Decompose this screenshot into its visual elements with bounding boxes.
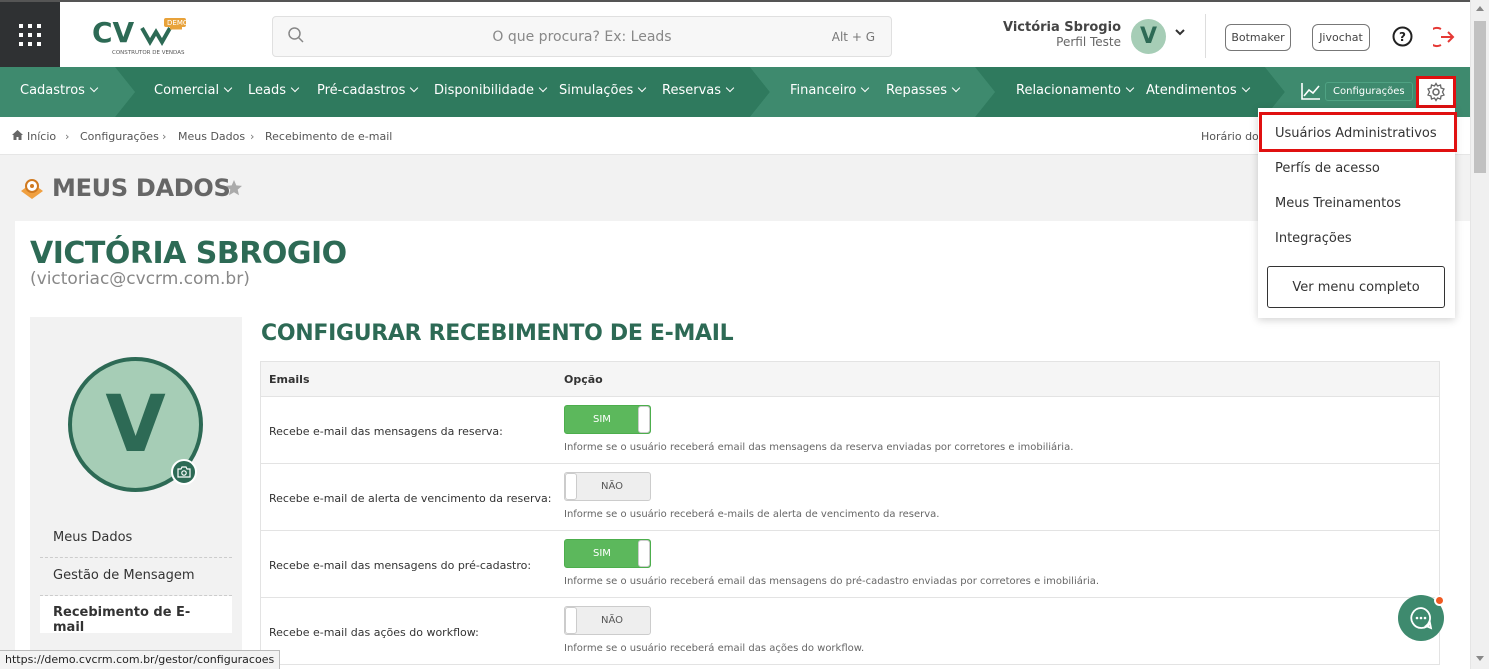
breadcrumb-separator: › (162, 130, 167, 143)
breadcrumb-configuracoes[interactable]: Configurações (80, 130, 159, 143)
search-bar[interactable]: O que procura? Ex: Leads Alt + G (272, 16, 892, 57)
svg-text:?: ? (1399, 30, 1406, 44)
nav-comercial[interactable]: Comercial (154, 83, 233, 98)
scroll-thumb[interactable] (1474, 21, 1486, 173)
col-emails: Emails (269, 373, 310, 386)
breadcrumb-current: Recebimento de e-mail (265, 130, 393, 143)
toggle-label: SIM (593, 548, 611, 559)
toggle-knob (638, 540, 650, 567)
nav-reservas[interactable]: Reservas (662, 83, 735, 98)
sidebar-item-meus-dados[interactable]: Meus Dados (40, 521, 232, 558)
apps-grid-button[interactable] (0, 2, 60, 67)
sidebar-item-gestao-mensagem[interactable]: Gestão de Mensagem (40, 559, 232, 596)
table-row: Recebe e-mail das mensagens da reserva: … (260, 397, 1440, 464)
toggle-switch[interactable]: SIM (564, 539, 651, 568)
page-title: MEUS DADOS (52, 174, 231, 202)
nav-financeiro[interactable]: Financeiro (790, 83, 870, 98)
breadcrumb-inicio[interactable]: Início (27, 130, 56, 143)
change-photo-button[interactable] (171, 459, 197, 485)
svg-text:CV: CV (92, 16, 135, 49)
table-row: Recebe e-mail das mensagens do pré-cadas… (260, 531, 1440, 598)
table-row: Recebe e-mail das ações do workflow: NÃO… (260, 598, 1440, 665)
menu-item-meus-treinamentos[interactable]: Meus Treinamentos (1275, 196, 1401, 211)
grid-icon (19, 23, 41, 46)
scroll-down-icon[interactable] (1476, 656, 1484, 661)
toggle-label: NÃO (601, 615, 624, 626)
toggle-label: SIM (593, 414, 611, 425)
row-hint: Informe se o usuário receberá email das … (564, 576, 1100, 587)
browser-status-url: https://demo.cvcrm.com.br/gestor/configu… (0, 650, 281, 669)
nav-disponibilidade[interactable]: Disponibilidade (434, 83, 548, 98)
user-full-name: VICTÓRIA SBROGIO (30, 236, 347, 271)
user-email: (victoriac@cvcrm.com.br) (30, 269, 250, 289)
user-info[interactable]: Victória Sbrogio Perfil Teste (1003, 20, 1121, 49)
main-nav: Cadastros Comercial Leads Pré-cadastros … (0, 67, 1470, 117)
top-header: CV DEMO CONSTRUTOR DE VENDAS O que procu… (0, 0, 1489, 67)
nav-relacionamento[interactable]: Relacionamento (1016, 83, 1135, 98)
notification-dot (1434, 595, 1445, 606)
header-divider (1205, 14, 1206, 58)
breadcrumb-separator: › (250, 130, 255, 143)
highlight-box (1259, 112, 1457, 152)
row-hint: Informe se o usuário receberá email das … (564, 643, 865, 654)
nav-simulacoes[interactable]: Simulações (559, 83, 647, 98)
user-role: Perfil Teste (1056, 35, 1121, 49)
page-scrollbar[interactable] (1470, 0, 1489, 669)
row-label: Recebe e-mail das ações do workflow: (269, 626, 479, 639)
toggle-knob (565, 473, 577, 500)
svg-text:DEMO: DEMO (167, 19, 188, 27)
toggle-switch[interactable]: SIM (564, 405, 651, 434)
menu-item-perfis-acesso[interactable]: Perfís de acesso (1275, 161, 1380, 176)
breadcrumb-meus-dados[interactable]: Meus Dados (178, 130, 245, 143)
nav-cadastros[interactable]: Cadastros (20, 83, 99, 98)
row-hint: Informe se o usuário receberá e-mails de… (564, 509, 940, 520)
configuracoes-badge[interactable]: Configurações (1325, 82, 1413, 101)
nav-repasses[interactable]: Repasses (886, 83, 961, 98)
toggle-knob (638, 406, 650, 433)
chart-icon[interactable] (1301, 82, 1321, 100)
cv-logo[interactable]: CV DEMO CONSTRUTOR DE VENDAS (92, 16, 189, 58)
chat-bubble-icon (1410, 607, 1433, 630)
gear-icon (1427, 82, 1445, 102)
profile-settings-icon (21, 179, 43, 199)
user-avatar[interactable]: V (1131, 19, 1166, 54)
nav-pre-cadastros[interactable]: Pré-cadastros (317, 83, 419, 98)
section-title: CONFIGURAR RECEBIMENTO DE E-MAIL (261, 321, 734, 346)
chevron-down-icon[interactable] (1174, 28, 1186, 38)
breadcrumb: Início › Configurações › Meus Dados › Re… (0, 117, 1470, 155)
full-menu-button[interactable]: Ver menu completo (1267, 266, 1445, 308)
nav-leads[interactable]: Leads (248, 83, 300, 98)
search-placeholder: O que procura? Ex: Leads (492, 29, 672, 45)
jivochat-button[interactable]: Jivochat (1312, 24, 1370, 51)
toggle-knob (565, 607, 577, 634)
scroll-up-icon[interactable] (1476, 6, 1484, 11)
nav-atendimentos[interactable]: Atendimentos (1146, 83, 1250, 98)
settings-gear-button[interactable] (1416, 76, 1456, 108)
svg-text:CONSTRUTOR DE VENDAS: CONSTRUTOR DE VENDAS (112, 50, 185, 56)
toggle-switch[interactable]: NÃO (564, 472, 651, 501)
help-icon[interactable]: ? (1392, 26, 1413, 47)
user-name: Victória Sbrogio (1002, 20, 1121, 35)
star-icon[interactable] (225, 179, 243, 197)
row-hint: Informe se o usuário receberá email das … (564, 442, 1074, 453)
sidebar-item-recebimento-email[interactable]: Recebimento de E-mail (40, 596, 232, 635)
hour-label: Horário do (1201, 130, 1259, 143)
row-label: Recebe e-mail das mensagens da reserva: (269, 425, 503, 438)
table-header: Emails Opção (260, 361, 1440, 397)
home-icon (12, 130, 23, 140)
row-label: Recebe e-mail das mensagens do pré-cadas… (269, 559, 532, 572)
toggle-label: NÃO (601, 481, 624, 492)
col-opcao: Opção (564, 373, 603, 386)
botmaker-button[interactable]: Botmaker (1225, 24, 1291, 51)
logout-icon[interactable] (1433, 26, 1455, 48)
toggle-switch[interactable]: NÃO (564, 606, 651, 635)
table-row: Recebe e-mail de alerta de vencimento da… (260, 464, 1440, 531)
search-shortcut: Alt + G (831, 30, 875, 44)
breadcrumb-separator: › (65, 130, 70, 143)
row-label: Recebe e-mail de alerta de vencimento da… (269, 492, 552, 505)
menu-item-integracoes[interactable]: Integrações (1275, 231, 1352, 246)
camera-icon (177, 466, 191, 478)
